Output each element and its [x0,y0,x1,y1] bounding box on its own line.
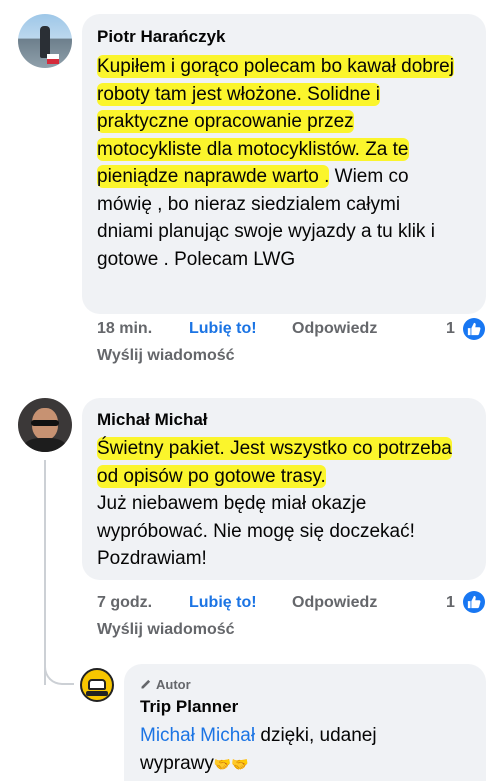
reply-author[interactable]: Trip Planner [140,697,238,717]
thread-line [44,460,46,685]
reaction-count[interactable]: 1 [446,320,455,338]
comment-time[interactable]: 18 min. [97,320,152,338]
avatar-piotr[interactable] [18,14,72,68]
mention-link[interactable]: Michał Michał [140,725,255,746]
avatar-michal[interactable] [18,398,72,452]
reply-button[interactable]: Odpowiedz [292,320,377,338]
comment-author[interactable]: Michał Michał [97,410,208,430]
send-message-button[interactable]: Wyślij wiadomość [97,621,235,639]
comment-text: Kupiłem i gorąco polecam bo kawał dobrej… [97,53,457,273]
thumbs-up-icon[interactable] [463,318,485,340]
reply-button[interactable]: Odpowiedz [292,594,377,612]
handshake-icon: 🤝🤝 [213,755,249,772]
pencil-icon [141,679,151,689]
author-badge: Autor [140,677,191,692]
avatar-trip-planner[interactable] [80,668,114,702]
send-message-button[interactable]: Wyślij wiadomość [97,347,235,365]
highlighted-text: Świetny pakiet. Jest wszystko co potrzeb… [97,437,452,488]
comment-text-plain: Już niebawem będę miał okazje wypróbować… [97,493,415,569]
author-badge-label: Autor [156,677,191,692]
like-button[interactable]: Lubię to! [189,594,257,612]
thread-connector [44,655,74,685]
comment-text: Świetny pakiet. Jest wszystko co potrzeb… [97,435,467,573]
reaction-count[interactable]: 1 [446,594,455,612]
comment-time[interactable]: 7 godz. [97,594,152,612]
thumbs-up-icon[interactable] [463,591,485,613]
like-button[interactable]: Lubię to! [189,320,257,338]
comment-author[interactable]: Piotr Harańczyk [97,27,226,47]
reply-text: Michał Michał dzięki, udanej wyprawy🤝🤝 [140,722,440,778]
